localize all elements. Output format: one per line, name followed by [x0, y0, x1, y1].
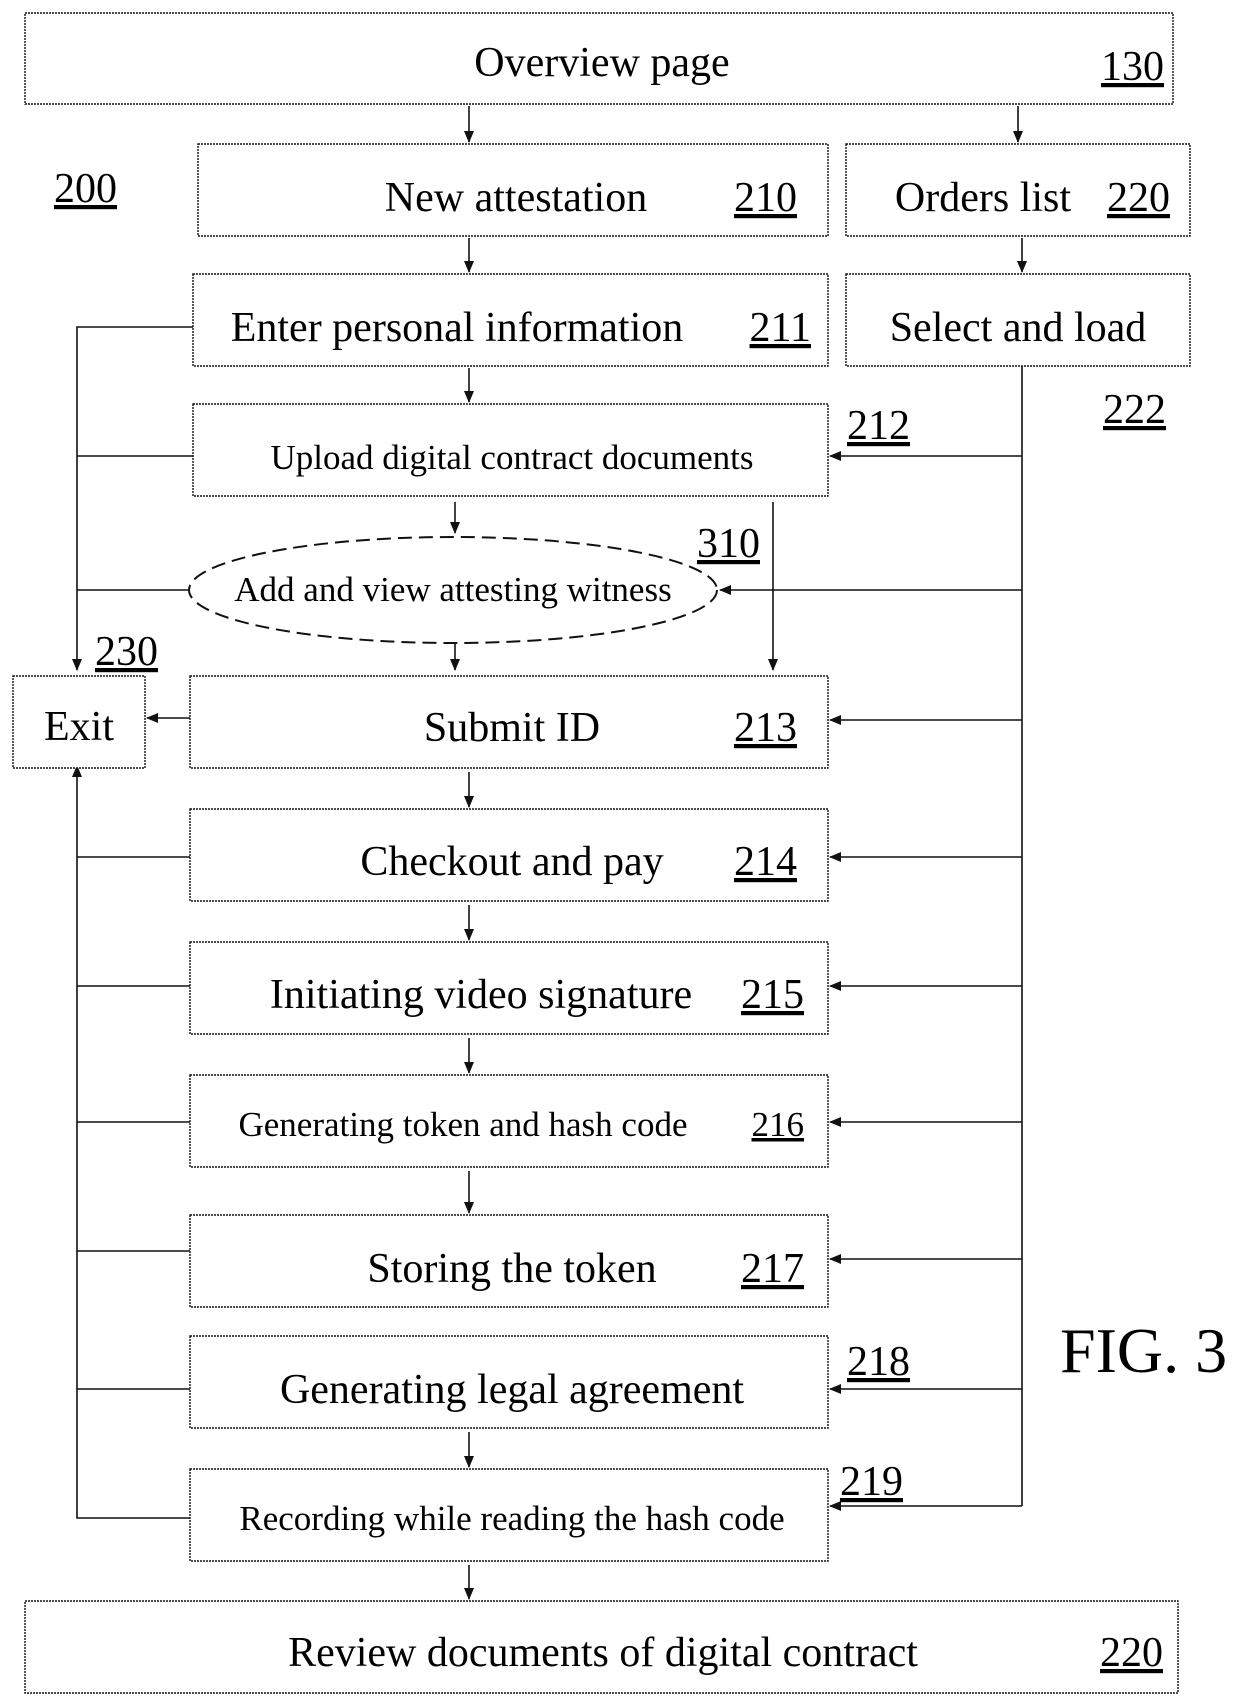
node-video-signature: Initiating video signature 215	[189, 941, 829, 1035]
recording-ref: 219	[840, 1459, 903, 1505]
node-legal-agreement: Generating legal agreement	[189, 1335, 829, 1429]
exit-bus-bottom	[72, 765, 190, 1519]
node-upload: Upload digital contract documents	[192, 403, 829, 497]
select-load-ref: 222	[1103, 387, 1166, 433]
figure-title: FIG. 3	[1060, 1315, 1227, 1386]
node-exit: Exit	[12, 675, 146, 769]
recording-label: Recording while reading the hash code	[239, 1499, 784, 1538]
node-review: Review documents of digital contract 220	[24, 1600, 1179, 1694]
node-store-token: Storing the token 217	[189, 1214, 829, 1308]
select-load-label: Select and load	[890, 305, 1147, 351]
overview-ref: 130	[1101, 44, 1164, 90]
checkout-label: Checkout and pay	[360, 839, 663, 885]
node-enter-info: Enter personal information 211	[192, 273, 829, 367]
witness-ref: 310	[697, 521, 760, 567]
new-attestation-label: New attestation	[385, 175, 647, 221]
node-submit-id: Submit ID 213	[189, 675, 829, 769]
review-label: Review documents of digital contract	[288, 1630, 918, 1676]
node-orders-list: Orders list 220	[845, 143, 1191, 237]
new-attestation-ref: 210	[734, 175, 797, 221]
orders-list-label: Orders list	[895, 175, 1071, 221]
token-hash-label: Generating token and hash code	[238, 1105, 687, 1144]
exit-bus-top	[72, 326, 193, 671]
node-token-hash: Generating token and hash code 216	[189, 1074, 829, 1168]
checkout-ref: 214	[734, 839, 797, 885]
enter-info-ref: 211	[750, 305, 811, 351]
store-token-ref: 217	[741, 1246, 804, 1292]
upload-ref: 212	[847, 403, 910, 449]
node-overview: Overview page 130	[24, 12, 1174, 105]
legal-agreement-ref: 218	[847, 1339, 910, 1385]
video-signature-label: Initiating video signature	[270, 972, 692, 1018]
enter-info-label: Enter personal information	[231, 305, 684, 351]
upload-label: Upload digital contract documents	[270, 438, 753, 477]
exit-ref: 230	[95, 629, 158, 675]
node-recording: Recording while reading the hash code	[189, 1468, 829, 1562]
store-token-label: Storing the token	[367, 1246, 656, 1292]
legal-agreement-label: Generating legal agreement	[280, 1367, 744, 1413]
overview-label: Overview page	[474, 40, 729, 86]
orders-list-ref: 220	[1107, 175, 1170, 221]
exit-label: Exit	[44, 704, 114, 750]
token-hash-ref: 216	[752, 1105, 805, 1144]
node-witness: Add and view attesting witness	[188, 536, 718, 644]
node-checkout: Checkout and pay 214	[189, 808, 829, 902]
witness-label: Add and view attesting witness	[234, 570, 671, 609]
submit-id-label: Submit ID	[424, 705, 600, 751]
node-new-attestation: New attestation 210	[197, 143, 829, 237]
node-select-load: Select and load	[845, 273, 1191, 367]
flowchart: Overview page 130 200 New attestation 21…	[12, 12, 1227, 1694]
submit-id-ref: 213	[734, 705, 797, 751]
diagram-ref: 200	[54, 166, 117, 212]
video-signature-ref: 215	[741, 972, 804, 1018]
review-ref: 220	[1100, 1630, 1163, 1676]
